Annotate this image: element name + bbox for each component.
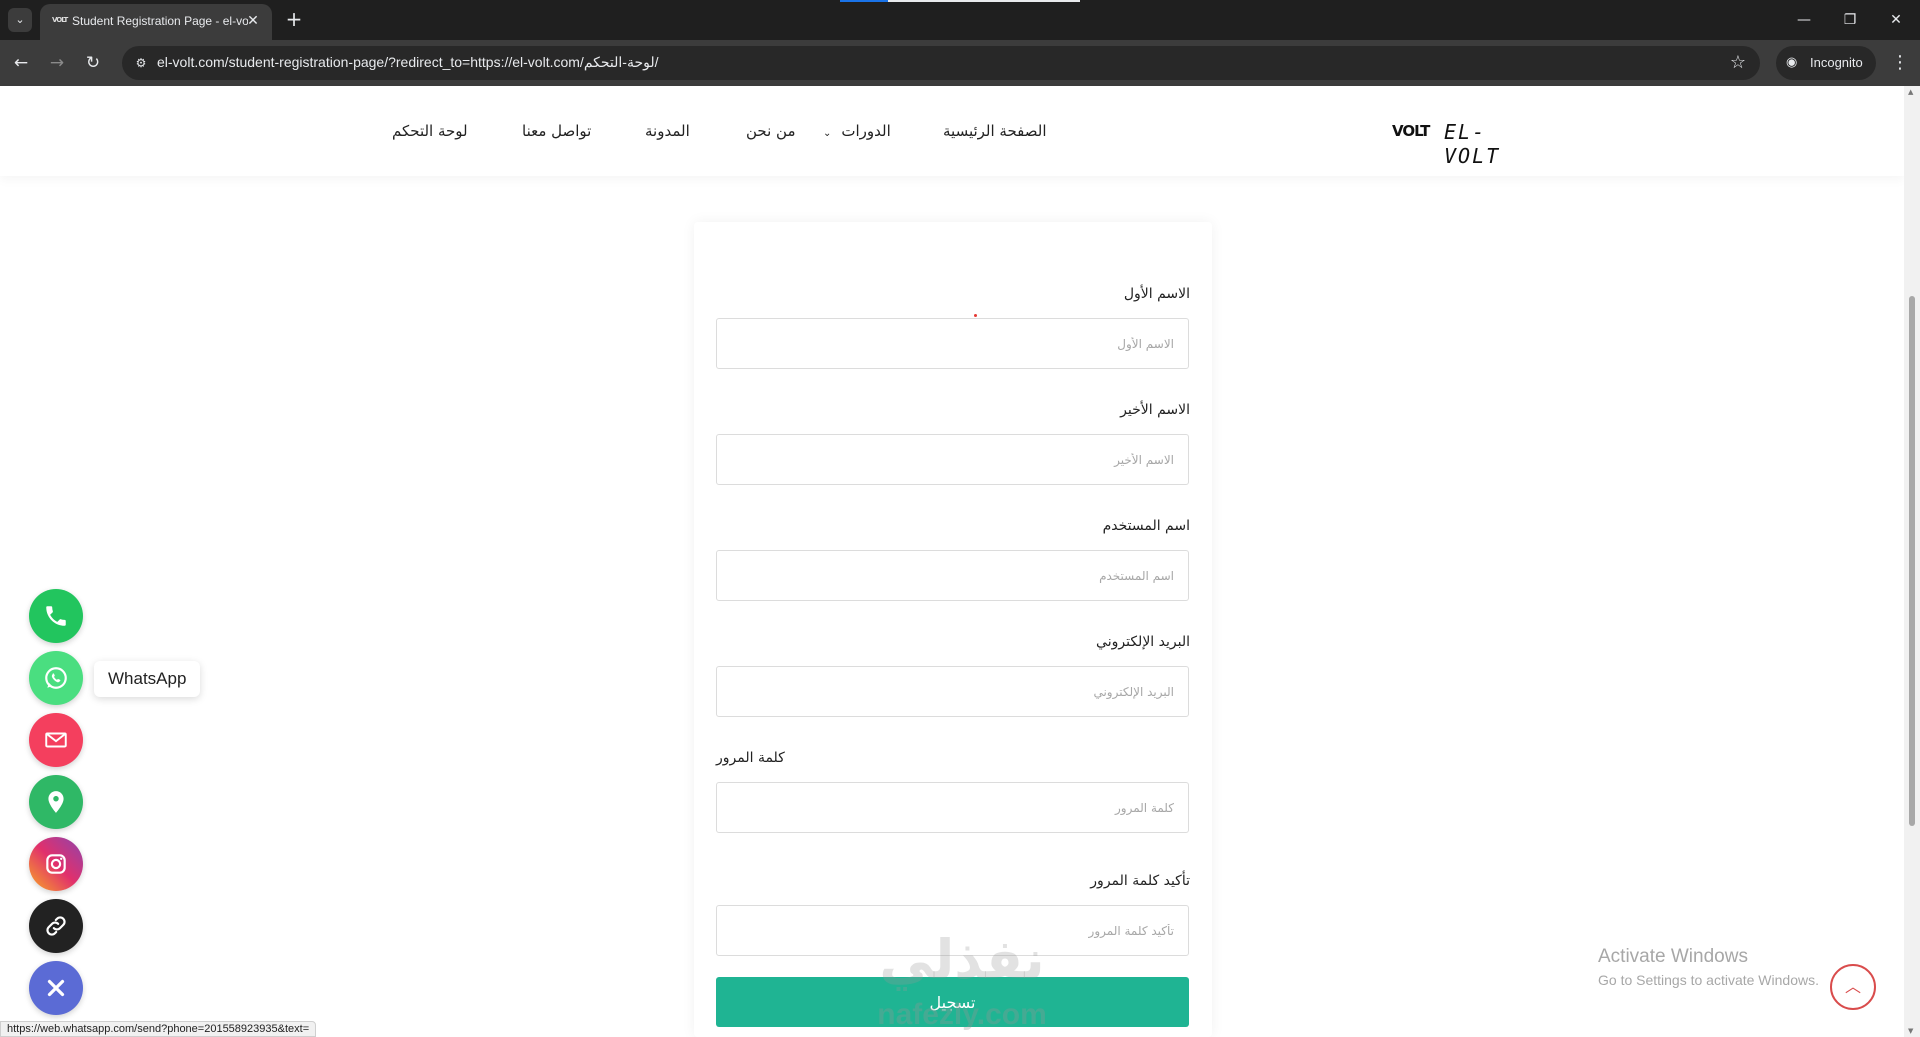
forward-arrow-icon[interactable]: → xyxy=(44,50,70,76)
url-text: el-volt.com/student-registration-page/?r… xyxy=(157,54,659,70)
confirm-password-input[interactable] xyxy=(716,905,1189,956)
browser-toolbar: ← → ↻ ⚙ el-volt.com/student-registration… xyxy=(0,40,1920,86)
email-label: البريد الإلكتروني xyxy=(1096,634,1190,650)
instagram-button[interactable] xyxy=(29,837,83,891)
incognito-icon: ◉ xyxy=(1786,54,1798,69)
site-favicon-icon: VOLT xyxy=(52,16,68,24)
register-button[interactable]: تسجيل xyxy=(716,977,1189,1027)
window-close-icon[interactable]: ✕ xyxy=(1882,8,1910,32)
phone-icon xyxy=(46,606,66,626)
restore-icon[interactable]: ❐ xyxy=(1836,8,1864,32)
browser-tabstrip: ⌄ VOLT Student Registration Page - el-vo… xyxy=(0,0,1920,40)
tab-search-button[interactable]: ⌄ xyxy=(8,8,32,32)
location-button[interactable] xyxy=(29,775,83,829)
tab-title: Student Registration Page - el-volt xyxy=(72,14,248,28)
nav-contact[interactable]: تواصل معنا xyxy=(522,122,591,140)
confirm-password-label: تأكيد كلمة المرور xyxy=(1090,873,1190,889)
username-input[interactable] xyxy=(716,550,1189,601)
close-icon xyxy=(47,979,65,997)
whatsapp-icon xyxy=(45,667,67,689)
logo-text: EL-VOLT xyxy=(1444,120,1501,168)
link-button[interactable] xyxy=(29,899,83,953)
close-contacts-button[interactable] xyxy=(29,961,83,1015)
tab-close-icon[interactable]: ✕ xyxy=(244,12,262,30)
nav-about[interactable]: من نحن xyxy=(746,122,796,140)
whatsapp-tooltip: WhatsApp xyxy=(94,661,201,697)
scroll-down-arrow-icon[interactable]: ▼ xyxy=(1908,1027,1913,1035)
envelope-icon xyxy=(45,732,67,748)
back-arrow-icon[interactable]: ← xyxy=(8,50,34,76)
loading-indicator xyxy=(840,0,1080,2)
new-tab-plus-icon[interactable]: + xyxy=(282,8,306,32)
nav-home[interactable]: الصفحة الرئيسية xyxy=(943,122,1047,140)
phone-button[interactable] xyxy=(29,589,83,643)
nav-courses-label: الدورات xyxy=(841,122,891,140)
first-name-label: الاسم الأول xyxy=(1123,286,1190,302)
instagram-icon xyxy=(46,854,66,874)
page-scrollbar[interactable]: ▲ ▼ xyxy=(1904,86,1920,1037)
scrollbar-thumb[interactable] xyxy=(1909,296,1915,826)
nav-courses[interactable]: الدورات ⌄ xyxy=(823,122,891,140)
address-bar[interactable]: ⚙ el-volt.com/student-registration-page/… xyxy=(122,46,1760,80)
bookmark-star-icon[interactable]: ☆ xyxy=(1730,52,1746,73)
map-pin-icon xyxy=(48,791,64,813)
incognito-label: Incognito xyxy=(1810,55,1863,70)
windows-activation-notice: Activate Windows Go to Settings to activ… xyxy=(1598,946,1819,988)
activation-subtitle: Go to Settings to activate Windows. xyxy=(1598,972,1819,988)
nav-dashboard[interactable]: لوحة التحكم xyxy=(392,122,468,140)
password-label: كلمة المرور xyxy=(716,750,785,766)
email-input[interactable] xyxy=(716,666,1189,717)
last-name-label: الاسم الأخير xyxy=(1120,402,1190,418)
incognito-badge[interactable]: ◉ Incognito xyxy=(1776,46,1876,80)
scroll-to-top-button[interactable]: ︿ xyxy=(1830,964,1876,1010)
whatsapp-button[interactable] xyxy=(29,651,83,705)
status-bar-url: https://web.whatsapp.com/send?phone=2015… xyxy=(0,1021,317,1037)
scroll-up-arrow-icon[interactable]: ▲ xyxy=(1908,88,1913,96)
site-header: VOLT EL-VOLT الصفحة الرئيسية الدورات ⌄ من… xyxy=(0,86,1904,176)
last-name-input[interactable] xyxy=(716,434,1189,485)
chevron-up-icon: ︿ xyxy=(1844,977,1861,996)
activation-title: Activate Windows xyxy=(1598,946,1748,967)
nav-blog[interactable]: المدونة xyxy=(645,122,690,140)
logo-mark: VOLT xyxy=(1392,122,1430,140)
email-button[interactable] xyxy=(29,713,83,767)
browser-tab-active[interactable]: VOLT Student Registration Page - el-volt… xyxy=(40,4,272,40)
site-logo[interactable]: VOLT EL-VOLT xyxy=(1392,120,1538,168)
reload-icon[interactable]: ↻ xyxy=(80,50,106,76)
minimize-icon[interactable]: — xyxy=(1790,8,1818,32)
password-input[interactable] xyxy=(716,782,1189,833)
link-icon xyxy=(46,916,66,936)
site-info-icon[interactable]: ⚙ xyxy=(132,54,150,72)
browser-menu-icon[interactable]: ⋮ xyxy=(1888,50,1912,76)
first-name-input[interactable] xyxy=(716,318,1189,369)
username-label: اسم المستخدم xyxy=(1102,518,1190,534)
chevron-down-icon: ⌄ xyxy=(823,128,832,139)
required-indicator-dot xyxy=(974,314,977,317)
